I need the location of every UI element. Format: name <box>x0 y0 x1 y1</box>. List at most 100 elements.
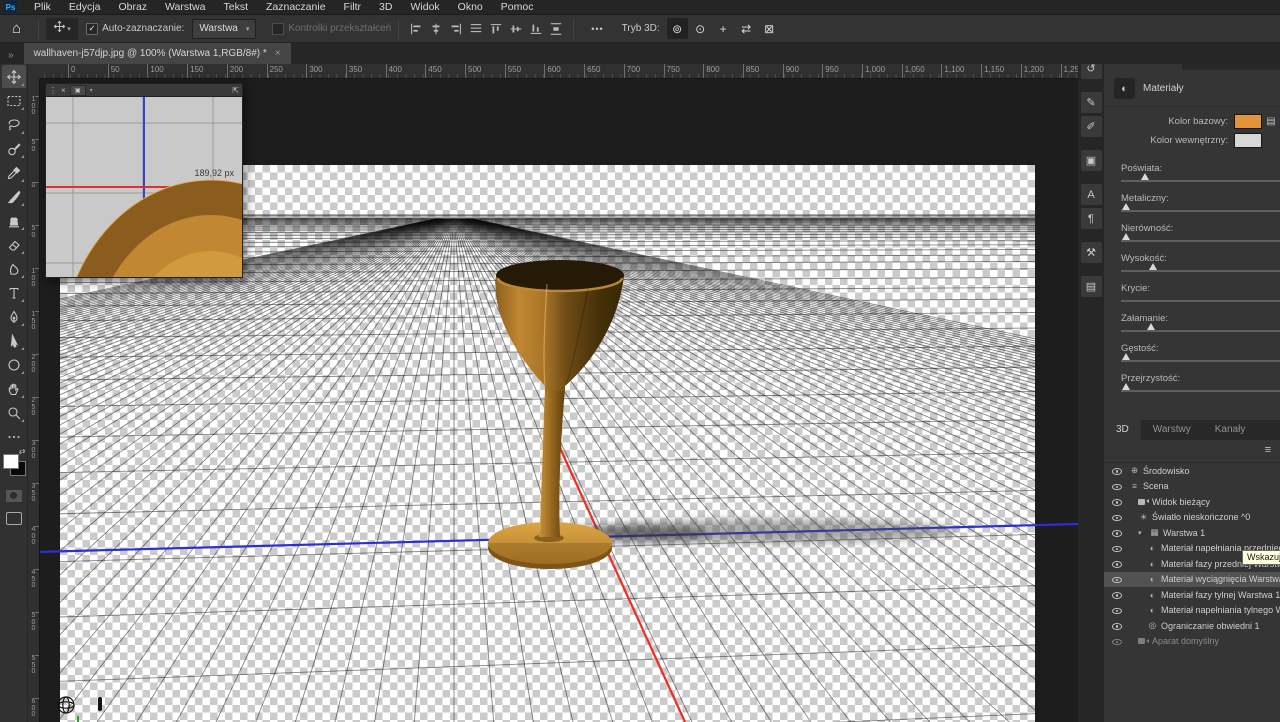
tool-zoom[interactable] <box>2 401 26 424</box>
scene-item[interactable]: ▾▦Warstwa 1 <box>1104 525 1280 541</box>
tool-eraser[interactable] <box>2 233 26 256</box>
slider-track[interactable] <box>1121 180 1280 182</box>
camera-select-icon[interactable]: ▣ <box>70 85 86 96</box>
tool-more-tools[interactable] <box>2 425 26 448</box>
menu-item-okno[interactable]: Okno <box>449 0 492 14</box>
scene-item[interactable]: Aparat domyślny <box>1104 634 1280 650</box>
base-color-swatch[interactable] <box>1234 114 1262 129</box>
screen-mode-button[interactable] <box>6 512 22 525</box>
menu-item-plik[interactable]: Plik <box>25 0 60 14</box>
menu-item-edycja[interactable]: Edycja <box>60 0 110 14</box>
tool-object-selection[interactable] <box>2 137 26 160</box>
align-center-h-icon[interactable] <box>428 21 444 37</box>
pan-3d-icon[interactable]: + <box>713 18 734 39</box>
brushes-panel-icon[interactable]: ✐ <box>1081 116 1102 137</box>
secondary-view-panel[interactable]: ⋮ × ▣ ▾ ⇱ <box>45 83 243 278</box>
slider-thumb[interactable] <box>1147 323 1155 330</box>
tab-3d[interactable]: 3D <box>1104 420 1141 440</box>
menu-item-tekst[interactable]: Tekst <box>214 0 257 14</box>
slide-3d-icon[interactable]: ⇄ <box>736 18 757 39</box>
libraries-panel-icon[interactable]: ▤ <box>1081 276 1102 297</box>
tool-path-selection[interactable] <box>2 329 26 352</box>
scene-item[interactable]: ◐Materiał napełniania tylnego Warstwa 1 <box>1104 603 1280 619</box>
align-right-icon[interactable] <box>448 21 464 37</box>
transform-controls-checkbox[interactable] <box>272 23 284 35</box>
tool-type[interactable] <box>2 281 26 304</box>
inner-color-swatch[interactable] <box>1234 133 1262 148</box>
visibility-eye-icon[interactable] <box>1112 544 1123 553</box>
swap-view-icon[interactable]: ⇱ <box>232 86 239 95</box>
align-left-icon[interactable] <box>408 21 424 37</box>
tab-warstwy[interactable]: Warstwy <box>1141 420 1203 440</box>
visibility-eye-icon[interactable] <box>1112 528 1123 537</box>
align-bottom-icon[interactable] <box>528 21 544 37</box>
tool-rectangular-marquee[interactable] <box>2 89 26 112</box>
menu-item-warstwa[interactable]: Warstwa <box>156 0 214 14</box>
slider-track[interactable] <box>1121 270 1280 272</box>
menu-item-filtr[interactable]: Filtr <box>335 0 371 14</box>
tool-ellipse-shape[interactable] <box>2 353 26 376</box>
slider-track[interactable] <box>1121 240 1280 242</box>
slider-thumb[interactable] <box>1122 203 1130 210</box>
menu-item-zaznaczanie[interactable]: Zaznaczanie <box>257 0 335 14</box>
scene-item[interactable]: ☀Światło nieskończone ^0 <box>1104 510 1280 526</box>
tool-move[interactable] <box>2 65 26 88</box>
scene-item[interactable]: ◎Ograniczanie obwiedni 1 <box>1104 618 1280 634</box>
more-options-icon[interactable]: ••• <box>591 24 603 34</box>
tool-lasso[interactable] <box>2 113 26 136</box>
close-icon[interactable]: × <box>61 86 66 95</box>
align-top-icon[interactable] <box>488 21 504 37</box>
menu-item-obraz[interactable]: Obraz <box>109 0 156 14</box>
menu-item-3d[interactable]: 3D <box>370 0 401 14</box>
materials-icon[interactable]: ◐ <box>1114 78 1135 99</box>
align-middle-icon[interactable] <box>508 21 524 37</box>
panel-menu-icon[interactable]: ⋮ <box>49 86 57 95</box>
clone-source-panel-icon[interactable]: ▣ <box>1081 150 1102 171</box>
scene-item[interactable]: ⊕Środowisko <box>1104 463 1280 479</box>
slider-track[interactable] <box>1121 210 1280 212</box>
tool-smudge[interactable] <box>2 257 26 280</box>
slider-thumb[interactable] <box>1149 263 1157 270</box>
chevron-down-icon[interactable]: ▾ <box>1138 529 1146 537</box>
close-icon[interactable]: × <box>275 48 281 59</box>
tab-kanały[interactable]: Kanały <box>1203 420 1258 440</box>
character-panel-icon[interactable]: A <box>1081 184 1102 205</box>
visibility-eye-icon[interactable] <box>1112 575 1123 584</box>
photoshop-logo-icon[interactable]: Ps <box>4 1 17 13</box>
home-icon[interactable]: ⌂ <box>12 20 21 37</box>
scene-item[interactable]: ◐Materiał fazy tylnej Warstwa 1 <box>1104 587 1280 603</box>
brush-settings-panel-icon[interactable]: ✎ <box>1081 92 1102 113</box>
paragraph-panel-icon[interactable]: ¶ <box>1081 208 1102 229</box>
visibility-eye-icon[interactable] <box>1112 497 1123 506</box>
slider-track[interactable] <box>1121 300 1280 302</box>
slider-track[interactable] <box>1121 390 1280 392</box>
visibility-eye-icon[interactable] <box>1112 637 1123 646</box>
menu-item-widok[interactable]: Widok <box>401 0 448 14</box>
visibility-eye-icon[interactable] <box>1112 482 1123 491</box>
visibility-eye-icon[interactable] <box>1112 559 1123 568</box>
align-justify-icon[interactable] <box>468 21 484 37</box>
tab-overflow-icon[interactable]: » <box>8 50 14 61</box>
slider-thumb[interactable] <box>1141 173 1149 180</box>
slider-thumb[interactable] <box>1122 383 1130 390</box>
tool-pen[interactable] <box>2 305 26 328</box>
texture-icon[interactable]: ▤ <box>1262 116 1280 127</box>
swap-colors-icon[interactable]: ⇄ <box>19 447 26 456</box>
visibility-eye-icon[interactable] <box>1112 590 1123 599</box>
tool-brush[interactable] <box>2 185 26 208</box>
document-tab[interactable]: wallhaven-j57djp.jpg @ 100% (Warstwa 1,R… <box>24 43 291 64</box>
menu-item-pomoc[interactable]: Pomoc <box>492 0 543 14</box>
tool-eyedropper[interactable] <box>2 161 26 184</box>
secondary-view-canvas[interactable]: 189,92 px <box>45 96 243 278</box>
filter-icon[interactable]: ≡ <box>1265 444 1271 456</box>
slider-track[interactable] <box>1121 330 1280 332</box>
scene-item[interactable]: ≡Scena <box>1104 479 1280 495</box>
scene-item[interactable]: ◐Materiał wyciągnięcia Warstwa 1 <box>1104 572 1280 588</box>
move-tool-preset-button[interactable]: ▾ <box>46 18 78 40</box>
tool-presets-panel-icon[interactable]: ⚒ <box>1081 242 1102 263</box>
tool-hand[interactable] <box>2 377 26 400</box>
foreground-color-swatch[interactable] <box>3 454 19 469</box>
auto-select-layer-dropdown[interactable]: Warstwa ▾ <box>192 19 256 39</box>
slider-thumb[interactable] <box>1122 353 1130 360</box>
slider-thumb[interactable] <box>1122 233 1130 240</box>
